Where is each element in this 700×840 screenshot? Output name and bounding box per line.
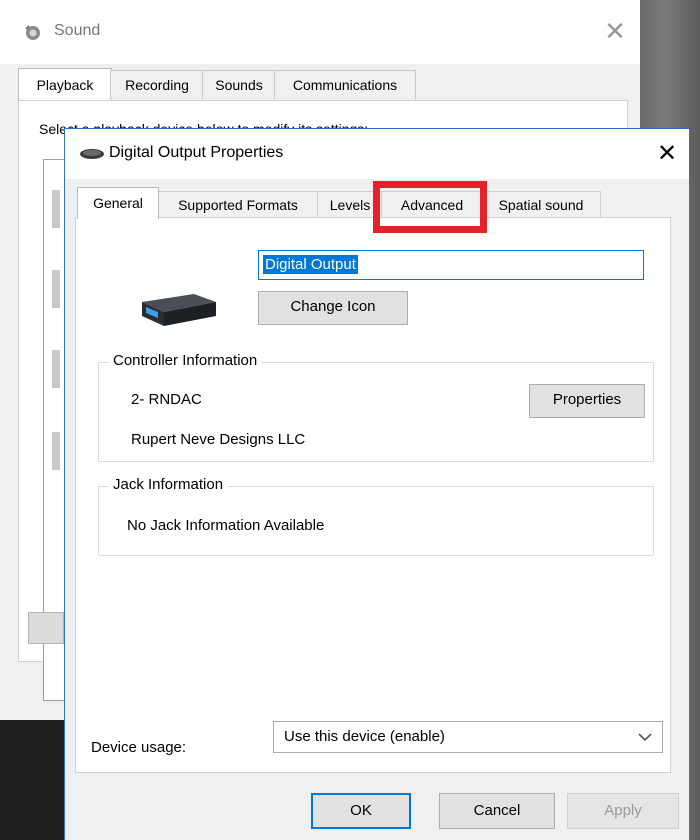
controller-group-title: Controller Information [109, 352, 262, 369]
tab-sounds[interactable]: Sounds [202, 70, 276, 99]
controller-information-group: Controller Information 2- RNDAC Rupert N… [98, 352, 654, 462]
jack-info-text: No Jack Information Available [127, 517, 325, 534]
dialog-title: Digital Output Properties [109, 144, 284, 161]
digital-output-device-icon [142, 294, 216, 326]
dialog-titlebar: Digital Output Properties ✕ [65, 129, 689, 179]
apply-button[interactable]: Apply [567, 793, 679, 829]
device-name-value: Digital Output [263, 255, 358, 274]
list-item[interactable] [52, 350, 60, 388]
controller-vendor: Rupert Neve Designs LLC [131, 431, 306, 448]
sound-close-button[interactable]: ✕ [600, 16, 630, 46]
tab-recording[interactable]: Recording [110, 70, 204, 99]
device-usage-label: Device usage: [91, 739, 187, 756]
properties-dialog: Digital Output Properties ✕ General Supp… [64, 128, 690, 840]
jack-information-group: Jack Information No Jack Information Ava… [98, 476, 654, 556]
tab-supported-formats[interactable]: Supported Formats [157, 191, 319, 218]
dialog-close-button[interactable]: ✕ [649, 137, 685, 171]
list-item[interactable] [52, 190, 60, 228]
tab-playback[interactable]: Playback [18, 68, 112, 101]
list-item[interactable] [52, 270, 60, 308]
ok-button[interactable]: OK [311, 793, 411, 829]
controller-name: 2- RNDAC [131, 391, 202, 408]
sound-window-title: Sound [54, 22, 101, 39]
audio-device-icon [80, 149, 104, 159]
sound-titlebar: Sound ✕ [0, 0, 640, 64]
device-usage-value: Use this device (enable) [284, 728, 445, 745]
general-tab-panel: Digital Output Change Icon Controller In… [75, 217, 671, 773]
device-name-field[interactable]: Digital Output [258, 250, 644, 280]
cancel-button[interactable]: Cancel [439, 793, 555, 829]
speaker-icon [25, 25, 40, 40]
background-desktop-left [0, 720, 70, 840]
tab-communications[interactable]: Communications [274, 70, 416, 99]
chevron-down-icon [638, 733, 652, 742]
configure-button[interactable] [28, 612, 64, 644]
controller-properties-button[interactable]: Properties [529, 384, 645, 418]
jack-group-title: Jack Information [109, 476, 228, 493]
advanced-tab-highlight [373, 181, 487, 233]
change-icon-button[interactable]: Change Icon [258, 291, 408, 325]
tab-spatial-sound[interactable]: Spatial sound [481, 191, 601, 218]
device-usage-select[interactable]: Use this device (enable) [273, 721, 663, 753]
tab-general[interactable]: General [77, 187, 159, 219]
list-item[interactable] [52, 432, 60, 470]
